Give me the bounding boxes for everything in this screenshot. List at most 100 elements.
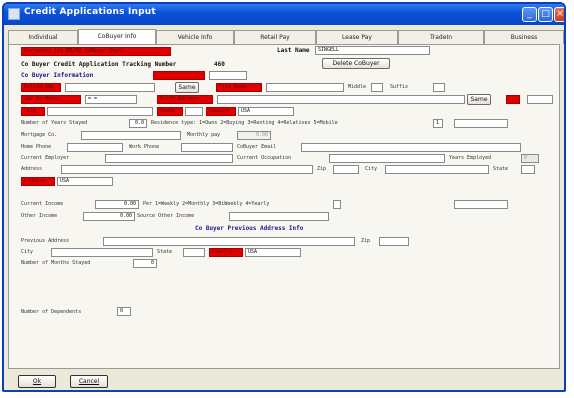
red-field-top (153, 71, 205, 80)
home-phone-field[interactable] (67, 143, 123, 152)
address-state-field[interactable] (521, 165, 535, 174)
tab-tradein[interactable]: TradeIn (398, 30, 484, 44)
state-field[interactable] (185, 107, 203, 116)
prev-country-red-label: Country (209, 248, 243, 257)
cobuyer-panel: Perimeter ist BM/P@ rpBeagr fHatc. Last … (8, 44, 560, 369)
employer-label: Current Employer (21, 155, 70, 161)
source-other-income-label: Source Other Income (137, 213, 195, 219)
city-red-label: City (21, 107, 45, 116)
delete-cobuyer-button[interactable]: Delete CoBuyer (322, 58, 390, 69)
prev-city-label: City (21, 249, 34, 255)
income-field[interactable]: 0.00 (95, 200, 139, 209)
same-button[interactable]: Same (175, 82, 199, 93)
maximize-icon[interactable]: □ (538, 7, 553, 22)
source-other-income-field[interactable] (229, 212, 329, 221)
employer-field[interactable] (105, 154, 233, 163)
middle-label: Middle (348, 84, 367, 90)
residence-extra-field[interactable] (454, 119, 508, 128)
country2-red-label: Country (21, 177, 55, 186)
tracking-number: 460 (214, 61, 225, 68)
address-field[interactable] (61, 165, 313, 174)
state-red-label: State (157, 107, 183, 116)
home-phone-label: Home Phone (21, 144, 52, 150)
minimize-icon[interactable]: _ (522, 7, 537, 22)
years-stayed-label: Number of Years Stayed (21, 120, 88, 126)
state-label: State (493, 166, 509, 172)
zip-field[interactable] (333, 165, 359, 174)
city-field[interactable] (47, 107, 153, 116)
prev-zip-label: Zip (361, 238, 371, 244)
tab-retail-pay[interactable]: Retail Pay (234, 30, 316, 44)
mortgage-label: Mortgage Co. (21, 132, 58, 138)
window-title: Credit Applications Input (24, 7, 156, 17)
years-employed-field[interactable]: 0 (521, 154, 539, 163)
last-name-red-label: Relitd kNs (21, 83, 61, 92)
middle-field[interactable] (371, 83, 383, 92)
previous-address-field[interactable] (103, 237, 355, 246)
work-phone-label: Work Phone (129, 144, 160, 150)
suffix-field[interactable] (433, 83, 445, 92)
tab-vehicle-info[interactable]: Vehicle Info (156, 30, 234, 44)
first-name-red-label: Frst Name (216, 83, 262, 92)
tab-lease-pay[interactable]: Lease Pay (316, 30, 398, 44)
monthly-pay-label: Monthly pay (187, 132, 221, 138)
small-field[interactable] (527, 95, 553, 104)
birth-address-field[interactable] (217, 95, 465, 104)
address-city-field[interactable] (385, 165, 489, 174)
income-per-label: Per 1=Weekly 2=Monthly 3=BiWeekly 4=Year… (143, 201, 270, 207)
address-label: Address (21, 166, 43, 172)
credit-app-window: Credit Applications Input _ □ × Individu… (2, 2, 566, 392)
tracking-label: Co Buyer Credit Application Tracking Num… (21, 61, 177, 68)
red-small-label (506, 95, 520, 104)
title-bar: Credit Applications Input _ □ × (4, 4, 564, 25)
country-red-label: Country (206, 107, 236, 116)
other-income-label: Other Income (21, 213, 58, 219)
field-top[interactable] (209, 71, 247, 80)
suffix-label: Suffix (390, 84, 409, 90)
tab-cobuyer-info[interactable]: CoBuyer Info (78, 29, 156, 44)
zip-label: Zip (317, 166, 327, 172)
country-field[interactable]: USA (238, 107, 294, 116)
dob-field[interactable]: = = (85, 95, 137, 104)
income-extra-field[interactable] (454, 200, 508, 209)
tab-strip: Individual CoBuyer Info Vehicle Info Ret… (8, 29, 564, 44)
prev-city-field[interactable] (51, 248, 153, 257)
ok-button[interactable]: Ok (18, 375, 56, 388)
required-banner: Perimeter ist BM/P@ rpBeagr fHatc. (21, 47, 171, 56)
residence-type-field[interactable]: 1 (433, 119, 443, 128)
prev-zip-field[interactable] (379, 237, 409, 246)
last-name-label: Last Name (277, 47, 310, 54)
tab-individual[interactable]: Individual (8, 30, 78, 44)
income-label: Current Income (21, 201, 64, 207)
email-label: CoBuyer Email (237, 144, 277, 150)
dependents-field[interactable]: 0 (117, 307, 131, 316)
years-stayed-field[interactable]: 0.0 (129, 119, 147, 128)
app-icon (8, 8, 20, 20)
tab-business[interactable]: Business (484, 30, 564, 44)
country2-field[interactable]: USA (57, 177, 113, 186)
close-icon[interactable]: × (554, 7, 564, 22)
income-per-field[interactable] (333, 200, 341, 209)
prev-country-field[interactable]: USA (245, 248, 301, 257)
cancel-button[interactable]: Cancel (70, 375, 108, 388)
mortgage-field[interactable] (81, 131, 181, 140)
monthly-pay-field[interactable]: 0.00 (237, 131, 271, 140)
previous-address-section-title: Co Buyer Previous Address Info (195, 225, 304, 232)
occupation-field[interactable] (329, 154, 445, 163)
months-stayed-field[interactable]: 0 (133, 259, 157, 268)
first-name-field[interactable] (266, 83, 344, 92)
same-button-2[interactable]: Same (467, 94, 491, 105)
months-stayed-label: Number of Months Stayed (21, 260, 91, 266)
residence-type-label: Residence type: 1=Owns 2=Buying 3=Rentin… (151, 120, 338, 126)
prev-state-field[interactable] (183, 248, 205, 257)
last-name-field[interactable]: SINGELL (315, 46, 430, 55)
years-employed-label: Years Employed (449, 155, 492, 161)
city-label: City (365, 166, 378, 172)
prev-state-label: State (157, 249, 173, 255)
other-income-field[interactable]: 0.00 (83, 212, 135, 221)
email-field[interactable] (301, 143, 521, 152)
work-phone-field[interactable] (181, 143, 233, 152)
cobuyer-last-name-field[interactable] (65, 83, 155, 92)
previous-address-label: Previous Address (21, 238, 70, 244)
occupation-label: Current Occupation (237, 155, 292, 161)
